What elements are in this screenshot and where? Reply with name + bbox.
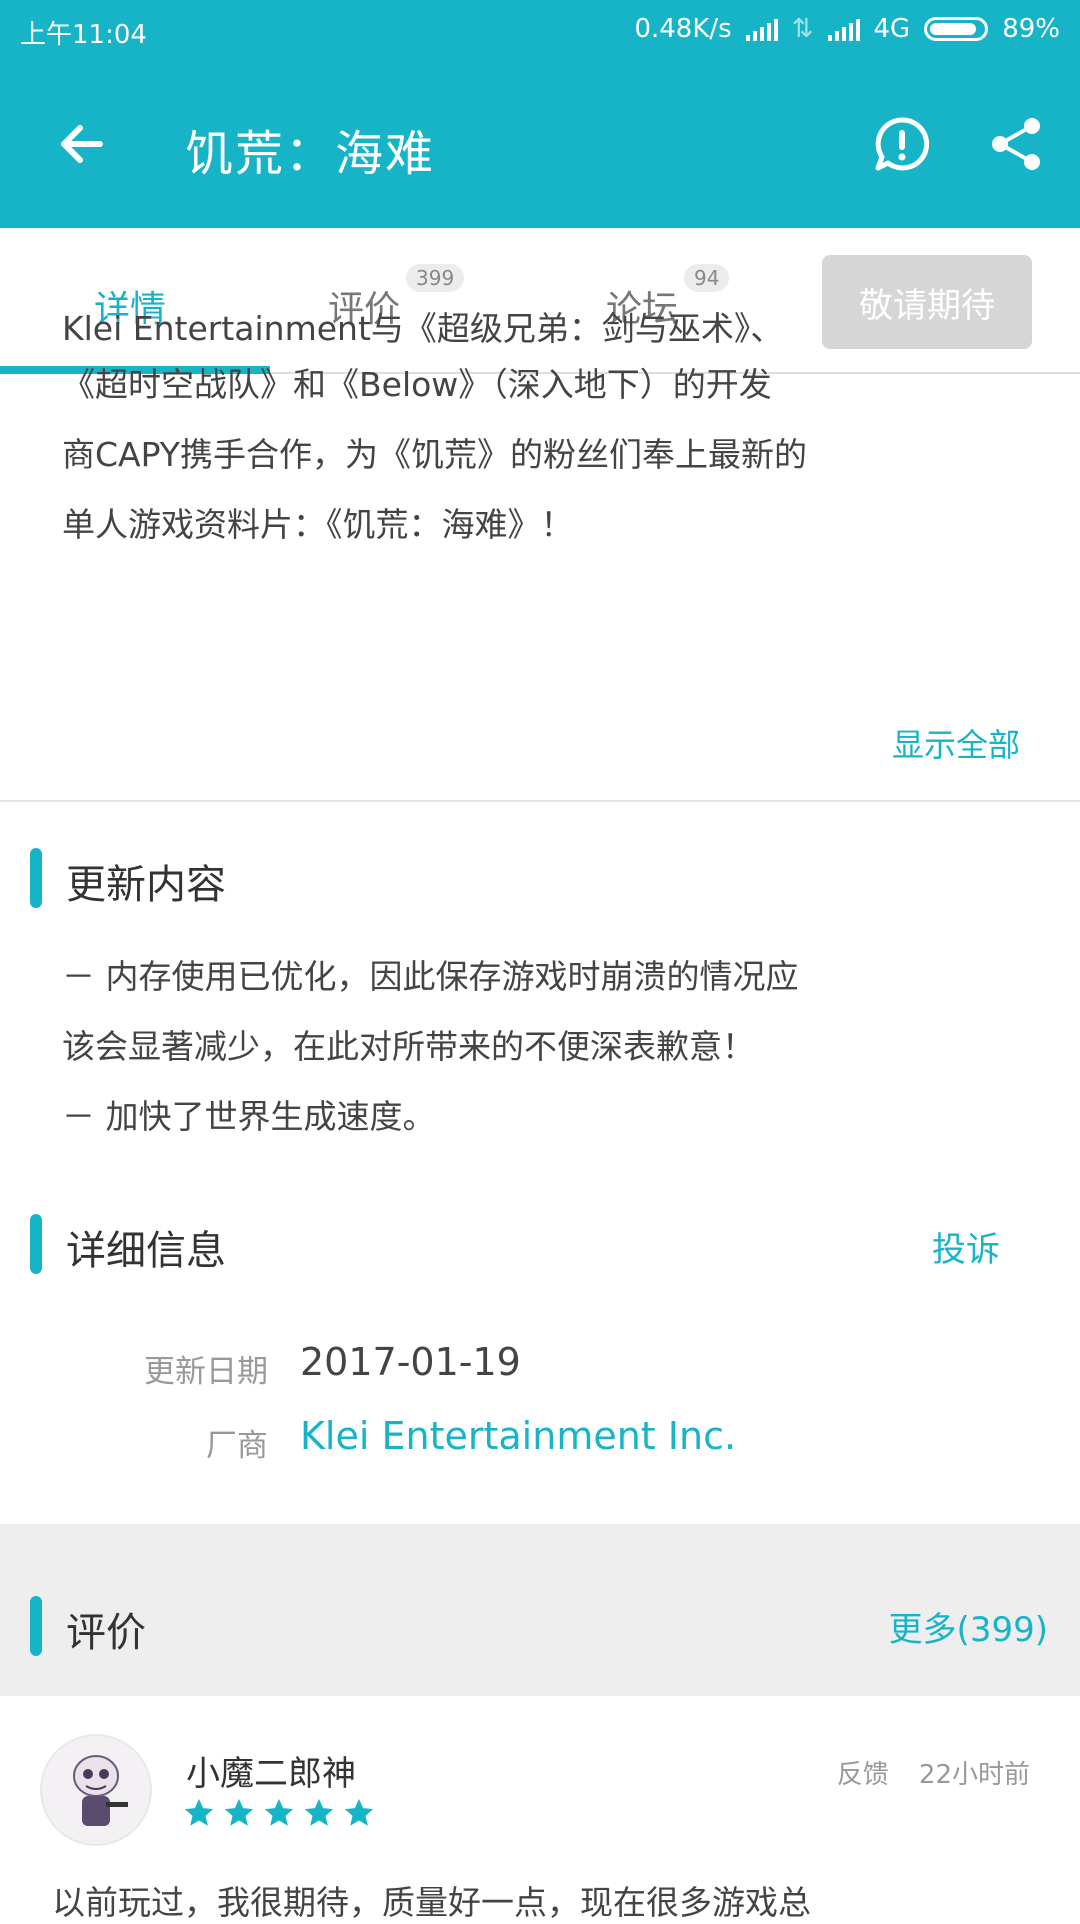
status-indicators: 0.48K/s ⇅ 4G 89% [634,14,1060,44]
description: Klei Entertainment与《超级兄弟：剑与巫术》、 《超时空战队》和… [62,310,1022,560]
star-icon [264,1798,294,1826]
vendor-label: 厂商 [206,1428,268,1464]
star-icon [184,1798,214,1826]
changelog-line: 该会显著减少，在此对所带来的不便深表歉意！ [62,1027,755,1066]
status-bar: 上午11:04 0.48K/s ⇅ 4G 89% [0,0,1080,62]
star-icon [304,1798,334,1826]
changelog-content: － 内存使用已优化，因此保存游戏时崩溃的情况应 该会显著减少，在此对所带来的不便… [62,942,1022,1152]
reviews-header: 评价 更多(399) [0,1524,1080,1696]
section-accent-bar [30,848,42,908]
network-speed: 0.48K/s [634,14,732,44]
section-accent-bar [30,1596,42,1656]
description-line: 单人游戏资料片：《饥荒：海难》！ [62,505,574,544]
tab-forum-count: 94 [684,264,730,292]
section-accent-bar [30,1214,42,1274]
changelog-title: 更新内容 [66,862,226,908]
app-bar: 饥荒：海难 [0,62,1080,228]
description-line: 《超时空战队》和《Below》（深入地下）的开发 [62,365,772,404]
review-username[interactable]: 小魔二郎神 [186,1746,356,1795]
complaint-link[interactable]: 投诉 [932,1222,1000,1271]
rating-stars [182,1796,376,1830]
share-icon[interactable] [986,114,1046,174]
arrow-left-icon[interactable] [52,114,112,174]
star-icon [224,1798,254,1826]
signal-icon [827,17,860,41]
review-time: 22小时前 [918,1760,1030,1790]
reviews-title: 评价 [66,1610,146,1656]
star-icon [344,1798,374,1826]
battery-percent: 89% [1002,14,1060,44]
battery-icon [924,17,989,41]
avatar-image [73,1755,128,1826]
changelog-line: － 内存使用已优化，因此保存游戏时崩溃的情况应 [62,957,799,996]
vendor-link[interactable]: Klei Entertainment Inc. [300,1414,736,1458]
show-all-link[interactable]: 显示全部 [892,720,1020,766]
update-date-value: 2017-01-19 [300,1340,521,1384]
description-line: 商CAPY携手合作，为《饥荒》的粉丝们奉上最新的 [62,435,807,474]
page-title: 饥荒：海难 [185,126,436,182]
details-title: 详细信息 [66,1228,226,1274]
update-date-label: 更新日期 [144,1354,268,1390]
tab-reviews-count: 399 [406,264,465,292]
signal-icon [745,17,778,41]
review-text: 以前玩过，我很期待，质量好一点，现在很多游戏总 [52,1883,811,1922]
status-time: 上午11:04 [20,20,147,50]
changelog-line: － 加快了世界生成速度。 [62,1097,436,1136]
network-type: 4G [873,14,911,44]
data-transfer-icon: ⇅ [791,14,814,44]
review-item: 小魔二郎神 反馈 22小时前 以前玩过，我很期待，质量好一点，现在很多游戏总 [0,1696,1080,1922]
divider [0,800,1080,802]
review-meta: 反馈 22小时前 [837,1754,1030,1791]
more-reviews-link[interactable]: 更多(399) [889,1602,1048,1651]
description-partial-line: Klei Entertainment与《超级兄弟：剑与巫术》、 [62,310,1022,350]
description-partial-text: Klei Entertainment与《超级兄弟：剑与巫术》、 [62,310,784,348]
feedback-link[interactable]: 反馈 [837,1760,889,1790]
avatar[interactable] [42,1736,150,1844]
report-icon[interactable] [872,114,932,174]
